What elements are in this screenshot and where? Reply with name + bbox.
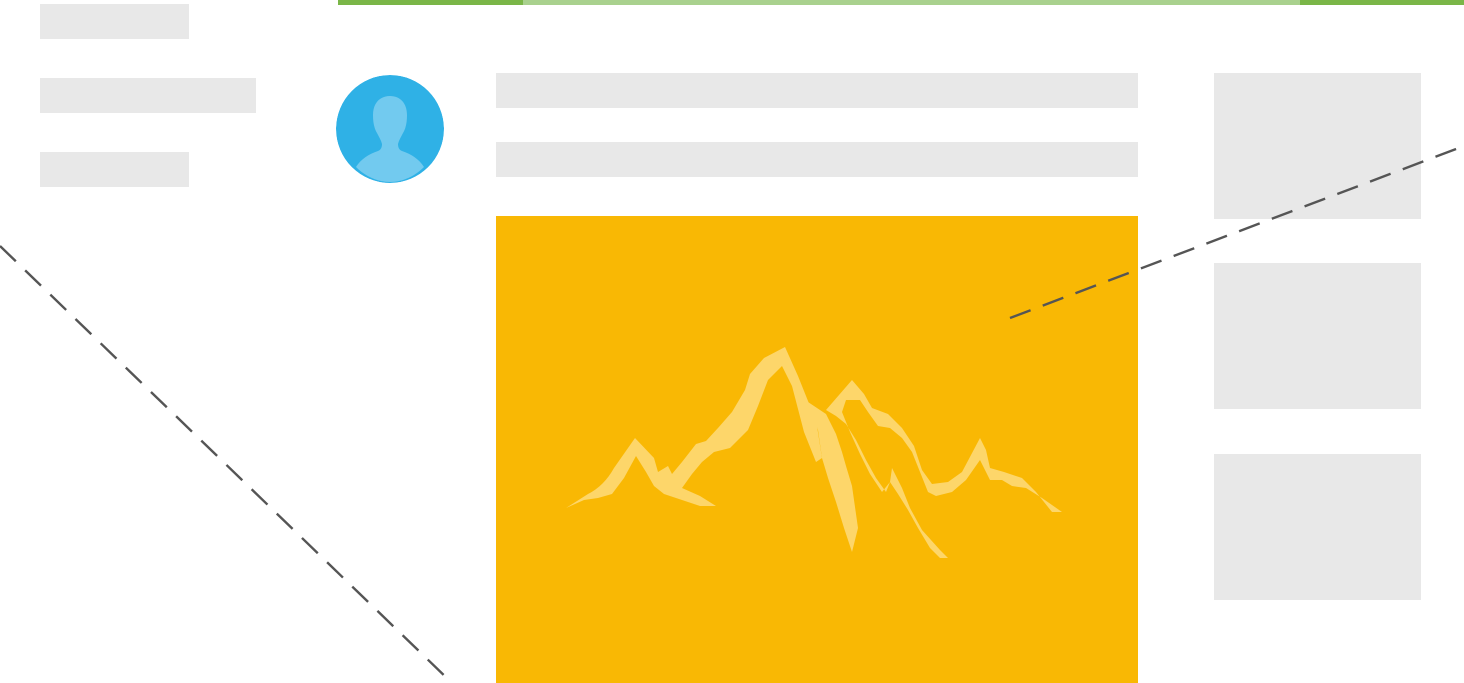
mountain-image-icon — [496, 216, 1138, 683]
dashed-line-left — [0, 245, 453, 683]
post-subtitle-placeholder — [496, 142, 1138, 177]
progress-fill-right — [1300, 0, 1464, 5]
sidebar-card-placeholder-3[interactable] — [1214, 454, 1421, 600]
nav-item-placeholder-1[interactable] — [40, 4, 189, 39]
avatar[interactable] — [336, 75, 444, 183]
progress-fill-left — [338, 0, 523, 5]
progress-bar — [338, 0, 1464, 5]
sidebar-card-placeholder-2[interactable] — [1214, 263, 1421, 409]
nav-item-placeholder-2[interactable] — [40, 78, 256, 113]
wireframe-page — [0, 0, 1464, 683]
post-image-placeholder[interactable] — [496, 216, 1138, 683]
person-silhouette-icon — [336, 75, 444, 183]
nav-item-placeholder-3[interactable] — [40, 152, 189, 187]
sidebar-card-placeholder-1[interactable] — [1214, 73, 1421, 219]
post-title-placeholder — [496, 73, 1138, 108]
